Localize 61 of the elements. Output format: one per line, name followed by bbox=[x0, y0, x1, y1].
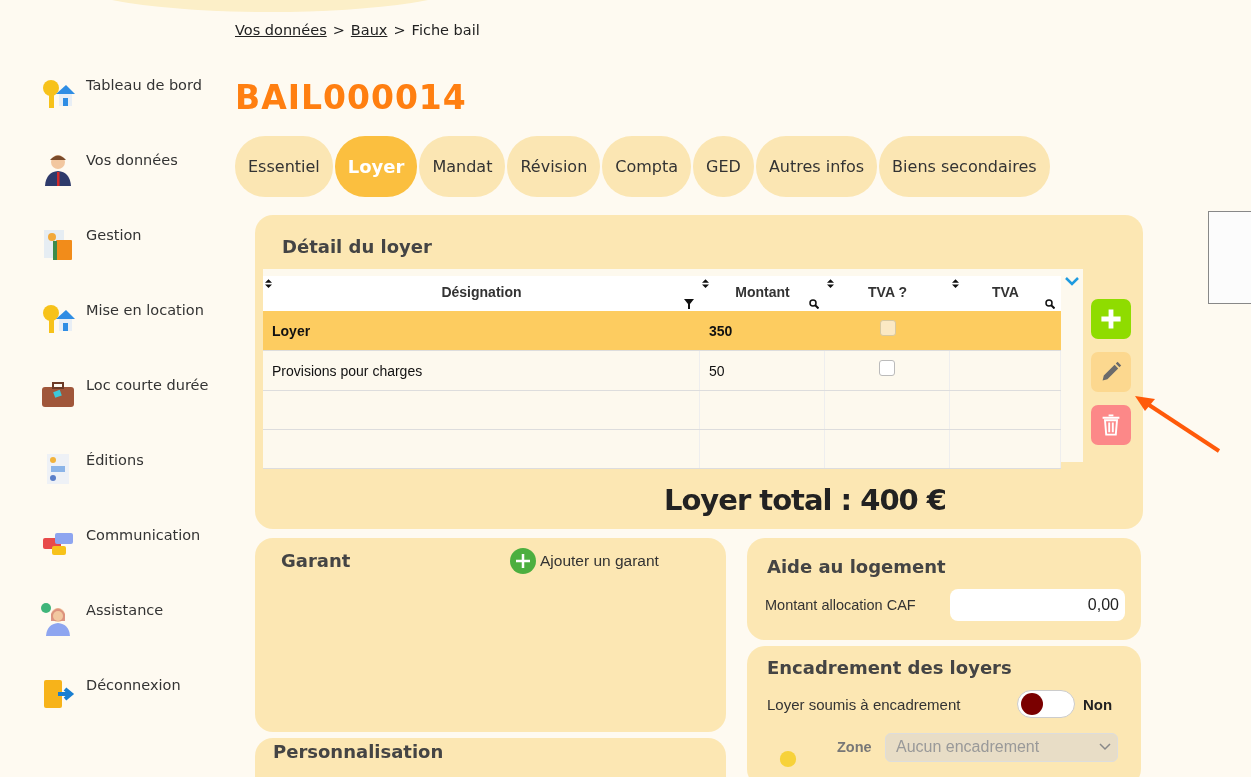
menu-item[interactable]: Tableau de bord bbox=[86, 77, 202, 93]
plus-icon bbox=[1099, 307, 1123, 331]
tab[interactable]: Essentiel bbox=[235, 136, 333, 197]
checkbox[interactable] bbox=[879, 360, 895, 376]
sort-icon[interactable] bbox=[827, 279, 834, 288]
tab[interactable]: Autres infos bbox=[755, 136, 878, 197]
chevron-down-icon[interactable] bbox=[1065, 277, 1079, 286]
panel-title: Détail du loyer bbox=[282, 236, 433, 257]
tab[interactable]: GED bbox=[693, 136, 754, 197]
menu-item[interactable]: Mise en location bbox=[86, 302, 204, 318]
panel-title: Garant bbox=[281, 550, 352, 571]
checkbox[interactable] bbox=[879, 320, 896, 336]
panel-title: Encadrement des loyers bbox=[767, 657, 1013, 678]
toggle-state: Non bbox=[1083, 695, 1113, 713]
delete-button[interactable] bbox=[1091, 405, 1131, 445]
menu-item[interactable]: Loc courte durée bbox=[86, 377, 209, 393]
search-icon[interactable] bbox=[809, 299, 819, 309]
sort-icon[interactable] bbox=[952, 279, 959, 288]
plus-icon bbox=[509, 548, 537, 574]
table-row[interactable]: Loyer 350 bbox=[263, 311, 1061, 351]
column-header[interactable]: Désignation bbox=[441, 284, 522, 300]
coin-icon bbox=[779, 750, 797, 768]
menu-item[interactable]: Gestion bbox=[86, 227, 142, 243]
page-title: BAIL000014 bbox=[235, 78, 468, 118]
tab[interactable]: Révision bbox=[507, 136, 601, 197]
menu-item[interactable]: Vos données bbox=[86, 152, 178, 168]
search-icon[interactable] bbox=[1045, 299, 1055, 309]
column-header[interactable]: TVA ? bbox=[868, 284, 907, 300]
rent-total: Loyer total : 400 € bbox=[662, 483, 948, 517]
field-label: Loyer soumis à encadrement bbox=[767, 695, 962, 713]
breadcrumb-link[interactable]: Vos données bbox=[235, 22, 327, 38]
filter-icon[interactable] bbox=[684, 299, 694, 309]
table-cell: Provisions pour charges bbox=[272, 362, 423, 379]
menu-item[interactable]: Déconnexion bbox=[86, 677, 181, 693]
table-row[interactable]: Provisions pour charges 50 bbox=[263, 351, 1061, 391]
breadcrumb-separator: > bbox=[332, 22, 345, 38]
add-guarantor-link[interactable]: Ajouter un garant bbox=[509, 548, 659, 574]
tab[interactable]: Compta bbox=[602, 136, 692, 197]
caret-icon bbox=[1099, 743, 1111, 751]
menu-item[interactable]: Éditions bbox=[86, 452, 144, 468]
column-header[interactable]: TVA bbox=[992, 284, 1019, 300]
panel-title: Personnalisation bbox=[273, 741, 445, 762]
breadcrumb-link[interactable]: Baux bbox=[350, 22, 388, 38]
breadcrumb-current: Fiche bail bbox=[411, 22, 480, 38]
allowance-input[interactable]: 0,00 bbox=[950, 589, 1125, 621]
table-cell: 50 bbox=[709, 362, 725, 379]
field-label: Zone bbox=[837, 739, 873, 755]
table-cell: 350 bbox=[709, 322, 733, 339]
table-cell: Loyer bbox=[272, 322, 311, 339]
sort-icon[interactable] bbox=[702, 279, 709, 288]
toggle-switch[interactable] bbox=[1017, 690, 1075, 718]
column-header[interactable]: Montant bbox=[735, 284, 790, 300]
tab[interactable]: Biens secondaires bbox=[879, 136, 1050, 197]
menu-item[interactable]: Assistance bbox=[86, 602, 164, 618]
tab[interactable]: Mandat bbox=[419, 136, 506, 197]
sort-icon[interactable] bbox=[265, 279, 272, 288]
panel-title: Aide au logement bbox=[767, 556, 947, 577]
field-label: Montant allocation CAF bbox=[765, 597, 917, 613]
edit-button[interactable] bbox=[1091, 352, 1131, 392]
menu-item[interactable]: Communication bbox=[86, 527, 201, 543]
breadcrumb-separator: > bbox=[393, 22, 406, 38]
